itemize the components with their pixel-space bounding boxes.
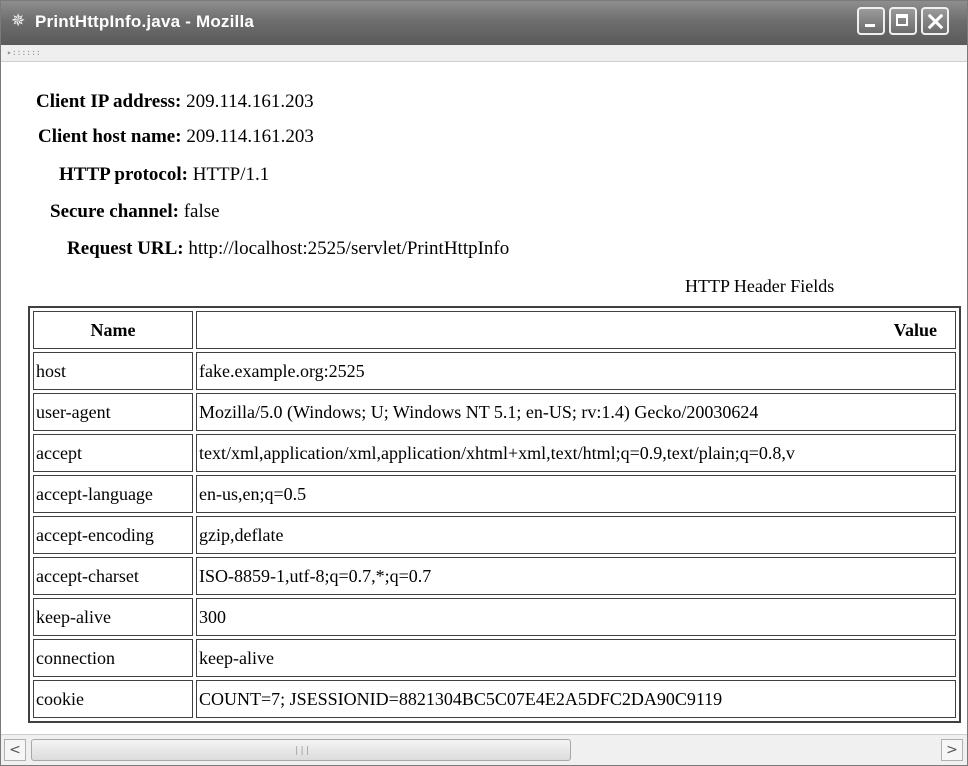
header-value-cell: 300 [196, 598, 956, 636]
window-title: PrintHttpInfo.java - Mozilla [35, 12, 255, 31]
table-row: accept-language en-us,en;q=0.5 [33, 475, 956, 513]
secure-channel-value: false [183, 201, 220, 222]
minimize-button[interactable] [857, 7, 885, 35]
header-value-cell: keep-alive [196, 639, 956, 677]
client-ip-value: 209.114.161.203 [186, 91, 314, 112]
mozilla-icon: ✵ [11, 11, 26, 31]
header-value-cell: ISO-8859-1,utf-8;q=0.7,*;q=0.7 [196, 557, 956, 595]
browser-window: ✵ PrintHttpInfo.java - Mozilla ▸:::::: C… [0, 0, 968, 766]
header-name-cell: accept-encoding [33, 516, 193, 554]
table-row: host fake.example.org:2525 [33, 352, 956, 390]
toolbar-grippy[interactable]: ▸:::::: [1, 45, 967, 62]
table-row: user-agent Mozilla/5.0 (Windows; U; Wind… [33, 393, 956, 431]
client-ip-row: Client IP address: 209.114.161.203 [36, 88, 314, 116]
scroll-left-icon[interactable]: < [4, 739, 26, 761]
grippy-handle-icon[interactable]: ▸:::::: [7, 48, 67, 57]
header-name-cell: accept-charset [33, 557, 193, 595]
scrollbar-thumb[interactable]: ||| [31, 739, 571, 761]
header-value-cell: en-us,en;q=0.5 [196, 475, 956, 513]
http-protocol-row: HTTP protocol: HTTP/1.1 [59, 161, 269, 189]
horizontal-scrollbar[interactable]: < ||| > [1, 734, 967, 765]
request-url-row: Request URL: http://localhost:2525/servl… [67, 235, 509, 263]
maximize-button[interactable] [889, 7, 917, 35]
page-content: Client IP address: 209.114.161.203 Clien… [1, 62, 967, 734]
client-host-row: Client host name: 209.114.161.203 [38, 123, 314, 151]
header-name-cell: accept [33, 434, 193, 472]
client-host-label: Client host name: [38, 126, 182, 147]
http-protocol-label: HTTP protocol: [59, 164, 188, 185]
scrollbar-grip-icon: ||| [294, 746, 311, 756]
table-row: cookie COUNT=7; JSESSIONID=8821304BC5C07… [33, 680, 956, 718]
table-row: accept-encoding gzip,deflate [33, 516, 956, 554]
header-name-cell: connection [33, 639, 193, 677]
column-header-value: Value [196, 311, 956, 349]
header-value-cell: COUNT=7; JSESSIONID=8821304BC5C07E4E2A5D… [196, 680, 956, 718]
header-name-cell: cookie [33, 680, 193, 718]
header-name-cell: accept-language [33, 475, 193, 513]
secure-channel-row: Secure channel: false [50, 198, 220, 226]
column-header-name: Name [33, 311, 193, 349]
client-host-value: 209.114.161.203 [186, 126, 314, 147]
header-name-cell: keep-alive [33, 598, 193, 636]
http-protocol-value: HTTP/1.1 [192, 164, 270, 185]
title-bar[interactable]: ✵ PrintHttpInfo.java - Mozilla [1, 1, 967, 45]
header-name-cell: host [33, 352, 193, 390]
header-value-cell: text/xml,application/xml,application/xht… [196, 434, 956, 472]
table-header-row: Name Value [33, 311, 956, 349]
table-row: accept-charset ISO-8859-1,utf-8;q=0.7,*;… [33, 557, 956, 595]
client-ip-label: Client IP address: [36, 91, 182, 112]
table-row: connection keep-alive [33, 639, 956, 677]
scroll-right-icon[interactable]: > [941, 739, 963, 761]
close-button[interactable] [921, 7, 949, 35]
header-value-cell: fake.example.org:2525 [196, 352, 956, 390]
http-headers-table: Name Value host fake.example.org:2525 us… [28, 306, 961, 723]
header-name-cell: user-agent [33, 393, 193, 431]
header-value-cell: Mozilla/5.0 (Windows; U; Windows NT 5.1;… [196, 393, 956, 431]
table-row: accept text/xml,application/xml,applicat… [33, 434, 956, 472]
request-url-label: Request URL: [67, 238, 184, 259]
table-caption: HTTP Header Fields [685, 276, 835, 296]
secure-channel-label: Secure channel: [50, 201, 179, 222]
header-value-cell: gzip,deflate [196, 516, 956, 554]
request-url-value: http://localhost:2525/servlet/PrintHttpI… [188, 238, 510, 259]
table-row: keep-alive 300 [33, 598, 956, 636]
